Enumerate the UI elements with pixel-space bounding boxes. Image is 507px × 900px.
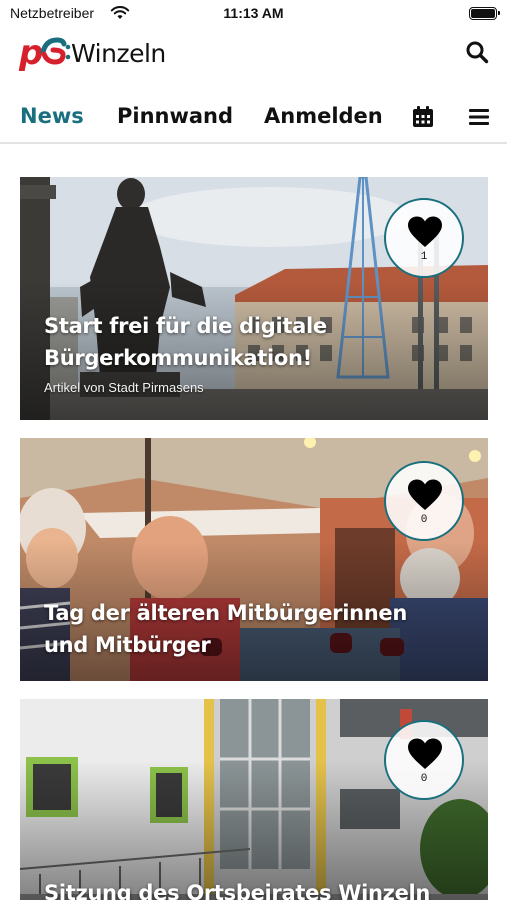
news-card[interactable]: Tag der älteren Mitbürgerinnen und Mitbü…: [20, 438, 488, 681]
heart-icon: [408, 738, 442, 769]
tab-news[interactable]: News: [20, 104, 84, 128]
like-button[interactable]: 0: [384, 720, 464, 800]
calendar-icon[interactable]: [412, 106, 434, 128]
main-nav: News Pinnwand Anmelden: [0, 92, 507, 144]
heart-icon: [408, 216, 442, 247]
like-count: 0: [420, 773, 428, 785]
status-bar: Netzbetreiber 11:13 AM: [0, 0, 507, 28]
menu-icon[interactable]: [469, 108, 489, 126]
search-icon[interactable]: [465, 40, 489, 64]
like-button[interactable]: 0: [384, 461, 464, 541]
clock: 11:13 AM: [223, 5, 284, 21]
like-count: 0: [420, 514, 428, 526]
ps-logo-mark: p: [19, 33, 71, 73]
news-card[interactable]: Sitzung des Ortsbeirates Winzeln 0: [20, 699, 488, 900]
like-count: 1: [420, 251, 428, 263]
tab-anmelden[interactable]: Anmelden: [264, 104, 383, 128]
news-card[interactable]: Start frei für die digitale Bürgerkommun…: [20, 177, 488, 420]
app-logo[interactable]: p Winzeln: [19, 32, 166, 74]
heart-icon: [408, 479, 442, 510]
app-header: p Winzeln: [0, 28, 507, 80]
news-title: Sitzung des Ortsbeirates Winzeln: [44, 881, 431, 900]
tab-pinnwand[interactable]: Pinnwand: [117, 104, 233, 128]
svg-text:p: p: [19, 33, 43, 73]
community-name: Winzeln: [71, 38, 166, 68]
news-author: Artikel von Stadt Pirmasens: [44, 380, 204, 395]
like-button[interactable]: 1: [384, 198, 464, 278]
news-title: Tag der älteren Mitbürgerinnen und Mitbü…: [44, 601, 407, 657]
battery-icon: [469, 7, 500, 20]
news-title: Start frei für die digitale Bürgerkommun…: [44, 314, 327, 370]
